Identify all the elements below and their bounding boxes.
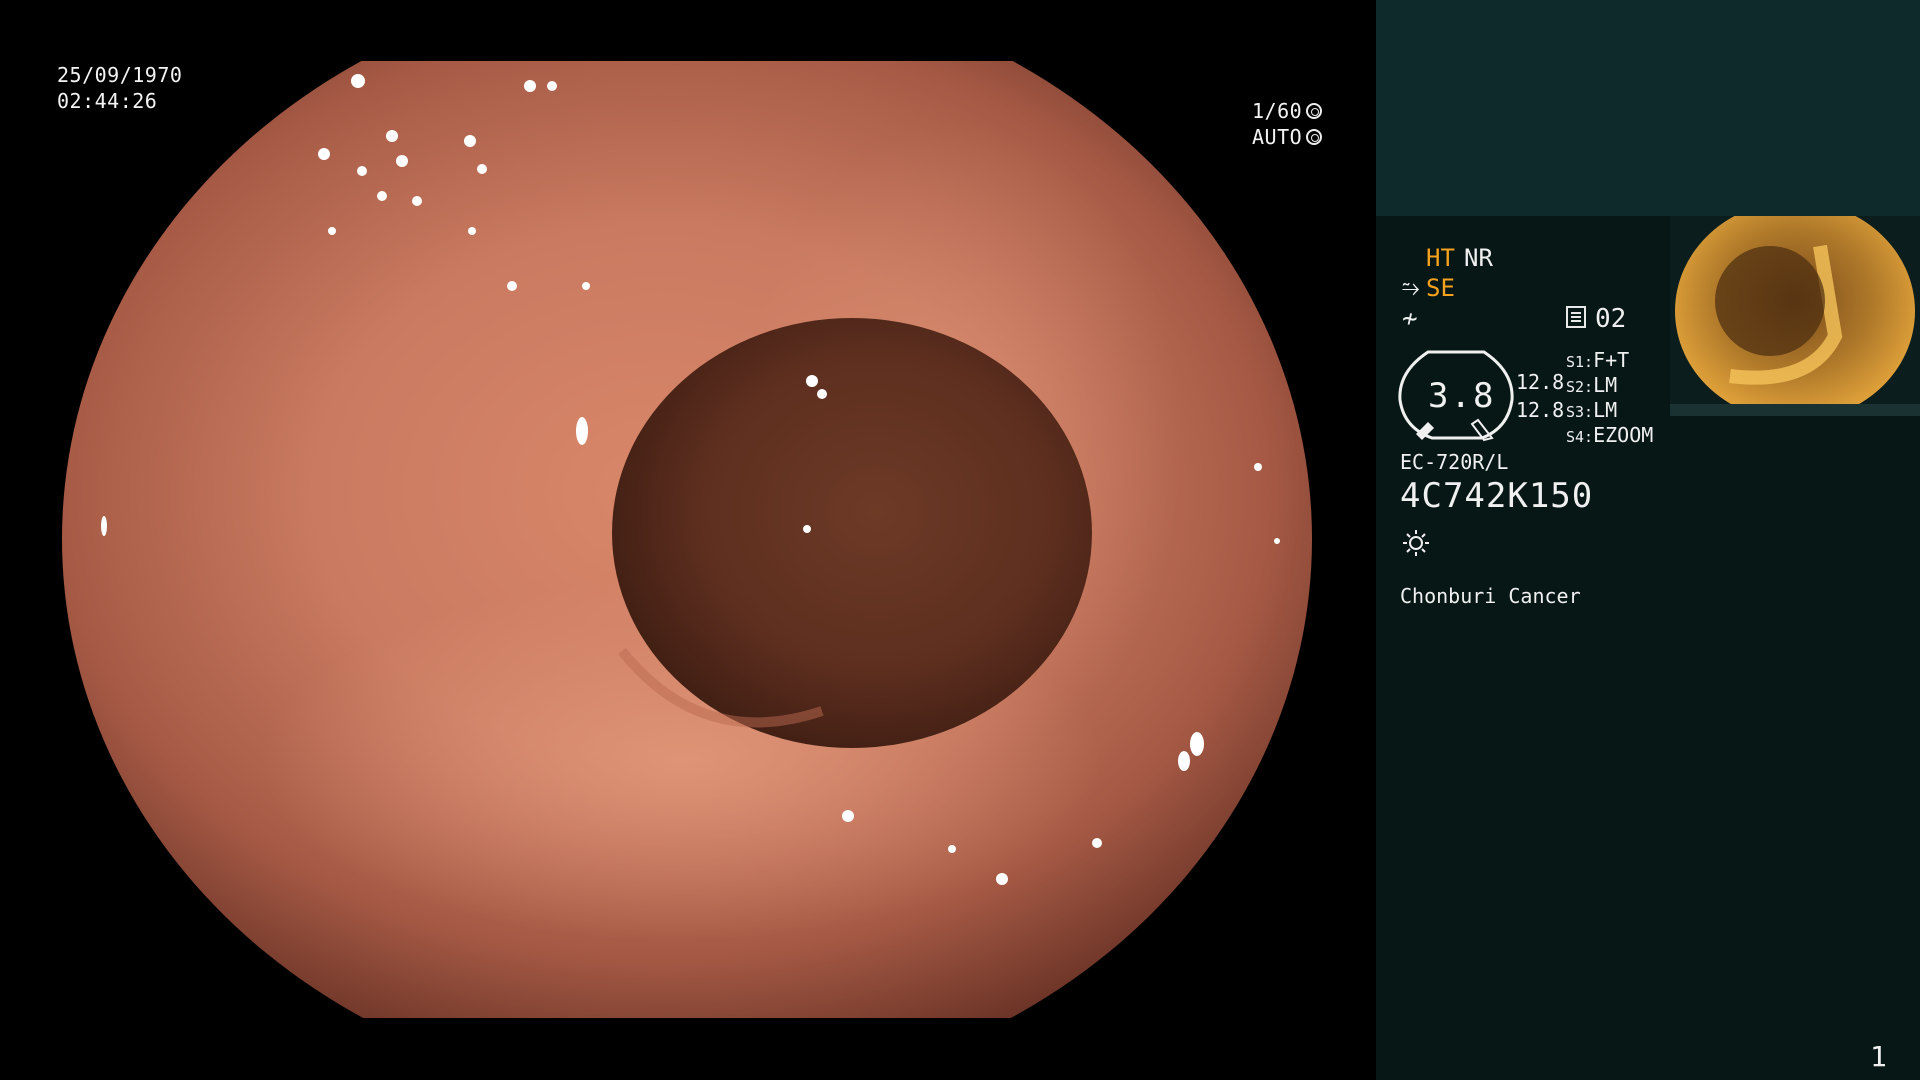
endoscopy-view bbox=[62, 61, 1312, 1018]
scope-model: EC-720R/L bbox=[1400, 450, 1509, 474]
setting-value-1: 12.8 bbox=[1516, 370, 1565, 394]
switch-3-label: S3: bbox=[1566, 403, 1594, 421]
switch-1-label: S1: bbox=[1566, 353, 1594, 371]
switch-4-label: S4: bbox=[1566, 428, 1594, 446]
switch-3-value: LM bbox=[1593, 398, 1618, 422]
exam-date: 25/09/1970 bbox=[57, 63, 183, 87]
exposure-readout: 1/60 AUTO bbox=[1252, 98, 1323, 150]
shutter-speed: 1/60 bbox=[1252, 99, 1303, 123]
zoom-value: 3.8 bbox=[1428, 376, 1496, 416]
nr-indicator: NR bbox=[1464, 244, 1493, 272]
exam-time: 02:44:26 bbox=[57, 89, 158, 113]
thumbnail-caption-bar bbox=[1670, 404, 1920, 416]
date-time-readout: 25/09/1970 02:44:26 bbox=[57, 62, 182, 114]
switch-3: S3:LM bbox=[1566, 398, 1617, 422]
switch-2-value: LM bbox=[1593, 373, 1618, 397]
thumbnail-image bbox=[1675, 216, 1915, 416]
structure-enhance-icon: ⥲ bbox=[1402, 276, 1420, 301]
setting-value-2: 12.8 bbox=[1516, 398, 1565, 422]
reference-thumbnail[interactable] bbox=[1670, 216, 1920, 416]
switch-1: S1:F+T bbox=[1566, 348, 1629, 372]
iris-icon bbox=[1306, 129, 1323, 145]
endoscopic-image bbox=[62, 61, 1312, 1018]
switch-2: S2:LM bbox=[1566, 373, 1617, 397]
function-icon: ≁ bbox=[1402, 304, 1418, 334]
light-source-icon bbox=[1403, 530, 1429, 556]
scope-serial: 4C742K150 bbox=[1400, 476, 1594, 516]
memory-number: 02 bbox=[1595, 304, 1627, 334]
se-indicator: SE bbox=[1426, 274, 1455, 302]
institution-name: Chonburi Cancer bbox=[1400, 584, 1581, 608]
memory-icon bbox=[1566, 306, 1586, 328]
aperture-icon bbox=[1306, 103, 1323, 119]
page-number: 1 bbox=[1870, 1040, 1887, 1073]
ht-indicator: HT bbox=[1426, 244, 1455, 272]
switch-2-label: S2: bbox=[1566, 378, 1594, 396]
shutter-row: 1/60 bbox=[1252, 98, 1323, 124]
switch-1-value: F+T bbox=[1593, 348, 1630, 372]
switch-4-value: EZOOM bbox=[1593, 423, 1654, 447]
switch-4: S4:EZOOM bbox=[1566, 423, 1653, 447]
iris-mode: AUTO bbox=[1252, 125, 1303, 149]
iris-row: AUTO bbox=[1252, 124, 1323, 150]
side-panel-top bbox=[1376, 0, 1920, 216]
